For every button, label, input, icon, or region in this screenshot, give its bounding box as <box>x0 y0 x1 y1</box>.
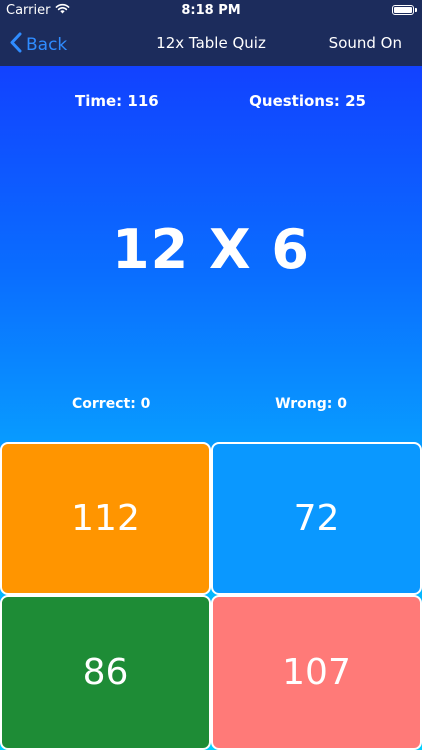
battery-icon <box>392 5 414 15</box>
status-bar: Carrier 8:18 PM <box>0 0 422 22</box>
status-time: 8:18 PM <box>181 3 241 18</box>
question-text: 12 X 6 <box>112 218 310 281</box>
battery-tip <box>415 8 417 12</box>
time-label: Time: 116 <box>75 92 159 110</box>
answer-button-1[interactable]: 112 <box>0 442 211 595</box>
answer-button-2[interactable]: 72 <box>211 442 422 595</box>
correct-count: Correct: 0 <box>72 396 151 412</box>
quiz-screen: Carrier 8:18 PM Back 12x Table Quiz Soun… <box>0 0 422 750</box>
wrong-count: Wrong: 0 <box>275 396 347 412</box>
answer-grid: 112 72 86 107 <box>0 442 422 750</box>
nav-bar: Back 12x Table Quiz Sound On <box>0 22 422 66</box>
answer-button-3[interactable]: 86 <box>0 595 211 750</box>
quiz-area: Time: 116 Questions: 25 12 X 6 Correct: … <box>0 66 422 750</box>
sound-toggle-button[interactable]: Sound On <box>329 34 402 52</box>
answer-button-4[interactable]: 107 <box>211 595 422 750</box>
questions-label: Questions: 25 <box>249 92 366 110</box>
